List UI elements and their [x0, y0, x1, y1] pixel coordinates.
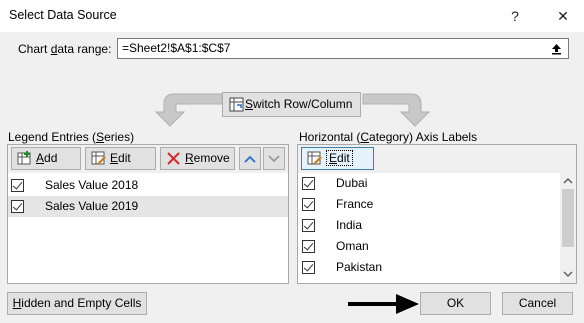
edit-label: Edit	[326, 150, 353, 166]
remove-label: Remove	[185, 151, 230, 165]
category-label: Dubai	[336, 176, 368, 190]
remove-x-icon	[167, 152, 180, 165]
scroll-up-icon[interactable]	[560, 174, 576, 188]
chart-data-range-label: Chart data range:	[18, 42, 112, 56]
legend-list: Sales Value 2018 Sales Value 2019	[8, 175, 288, 217]
list-item[interactable]: Oman	[298, 236, 560, 257]
checkbox-icon[interactable]	[302, 177, 315, 190]
move-down-button[interactable]	[263, 147, 285, 170]
pointer-arrow-icon	[348, 294, 419, 314]
switch-icon	[229, 97, 244, 112]
checkbox-icon[interactable]	[302, 198, 315, 211]
legend-entries-label: Legend Entries (Series)	[8, 130, 135, 144]
checkbox-icon[interactable]	[11, 179, 24, 192]
left-curved-arrow-icon	[154, 93, 223, 127]
axis-list: Dubai France India Oman Pakistan	[298, 173, 560, 278]
move-up-button[interactable]	[239, 147, 261, 170]
dialog-title: Select Data Source	[9, 8, 117, 22]
checkbox-icon[interactable]	[11, 200, 24, 213]
chart-data-range-input[interactable]: =Sheet2!$A$1:$C$7	[117, 38, 545, 59]
scroll-down-icon[interactable]	[560, 267, 576, 281]
close-button[interactable]: ✕	[552, 6, 574, 26]
series-label: Sales Value 2019	[45, 199, 139, 213]
list-item[interactable]: India	[298, 215, 560, 236]
edit-axis-labels-button[interactable]: Edit	[301, 147, 374, 170]
chevron-down-icon	[268, 155, 280, 163]
series-label: Sales Value 2018	[45, 178, 139, 192]
right-curved-arrow-icon	[362, 93, 431, 127]
category-label: France	[336, 197, 374, 211]
collapse-dialog-button[interactable]	[544, 38, 569, 59]
add-icon	[17, 151, 31, 165]
edit-icon	[91, 151, 106, 165]
edit-label: Edit	[110, 151, 131, 165]
help-button[interactable]: ?	[504, 6, 526, 26]
upload-arrow-icon	[551, 44, 561, 55]
chevron-up-icon	[244, 155, 256, 163]
ok-button[interactable]: OK	[420, 292, 491, 315]
checkbox-icon[interactable]	[302, 261, 315, 274]
hidden-empty-cells-button[interactable]: Hidden and Empty Cells	[7, 292, 147, 315]
axis-list-scrollbar[interactable]	[560, 173, 576, 283]
axis-labels-label: Horizontal (Category) Axis Labels	[299, 130, 478, 144]
edit-series-button[interactable]: Edit	[85, 147, 156, 170]
switch-row-column-button[interactable]: Switch Row/Column	[222, 92, 361, 117]
cancel-button[interactable]: Cancel	[502, 292, 573, 315]
remove-series-button[interactable]: Remove	[160, 147, 235, 170]
list-item[interactable]: Pakistan	[298, 257, 560, 278]
checkbox-icon[interactable]	[302, 240, 315, 253]
list-item[interactable]: France	[298, 194, 560, 215]
switch-row-column-label: Switch Row/Column	[245, 97, 353, 111]
list-item[interactable]: Dubai	[298, 173, 560, 194]
add-label: Add	[36, 151, 58, 165]
scroll-thumb[interactable]	[562, 189, 574, 247]
category-label: Oman	[336, 239, 369, 253]
edit-icon	[307, 151, 322, 165]
list-item[interactable]: Sales Value 2019	[8, 196, 288, 217]
checkbox-icon[interactable]	[302, 219, 315, 232]
category-label: Pakistan	[336, 260, 383, 274]
category-label: India	[336, 218, 363, 232]
add-series-button[interactable]: Add	[11, 147, 81, 170]
list-item[interactable]: Sales Value 2018	[8, 175, 288, 196]
